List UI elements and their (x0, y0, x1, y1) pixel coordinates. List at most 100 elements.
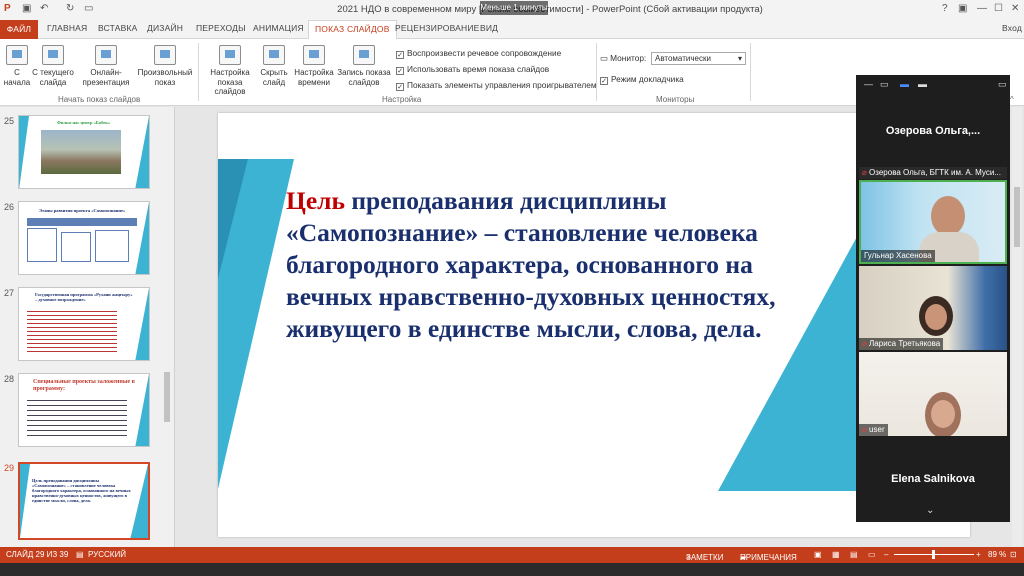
zoom-out-button[interactable]: – (884, 550, 888, 559)
timer-icon (303, 45, 325, 65)
tab-home[interactable]: ГЛАВНАЯ (47, 23, 87, 33)
globe-icon (95, 45, 117, 65)
record-show-button[interactable]: Запись показа слайдов (336, 45, 392, 87)
slideshow-view-icon[interactable]: ▭ (868, 550, 876, 559)
tab-animations[interactable]: АНИМАЦИЯ (253, 23, 304, 33)
slide-decor (19, 116, 29, 188)
expand-icon[interactable]: ▭ (998, 79, 1007, 90)
thumb-number: 25 (4, 116, 15, 126)
check-icon: ✓ (396, 51, 404, 59)
minimize-icon[interactable]: — (864, 79, 873, 89)
undo-icon[interactable]: ↶ (40, 3, 48, 14)
collapse-ribbon-icon[interactable]: ^ (1010, 95, 1014, 104)
fit-slide-icon[interactable]: ⊡ (1010, 550, 1017, 559)
zoom-level[interactable]: 89 % (988, 550, 1006, 559)
person-face (925, 304, 947, 330)
monitor-icon: ▭ (600, 53, 611, 63)
reading-view-icon[interactable]: ▤ (850, 550, 858, 559)
speaker-view-icon[interactable]: ▬ (900, 79, 909, 89)
from-beginning-button[interactable]: С начала (2, 45, 32, 87)
tab-view[interactable]: ВИД (480, 23, 498, 33)
participant-label: ⌀ Лариса Третьякова (859, 338, 944, 350)
video-tile-khasenova[interactable]: Гульнар Хасенова (859, 180, 1007, 264)
sign-in-link[interactable]: Вход (1002, 23, 1022, 33)
thumb-number: 29 (4, 463, 15, 473)
presenter-view-checkbox[interactable]: ✓ Режим докладчика (600, 74, 684, 85)
tab-review[interactable]: РЕЦЕНЗИРОВАНИЕ (395, 23, 480, 33)
media-controls-checkbox[interactable]: ✓ Показать элементы управления проигрыват… (396, 80, 597, 91)
diagram-box (61, 232, 91, 262)
muted-mic-icon: ⌀ (862, 339, 870, 348)
participant-name-salnikova: Elena Salnikova (891, 473, 975, 485)
maximize-button[interactable]: ☐ (994, 3, 1003, 14)
powerpoint-logo-icon: P (4, 3, 11, 14)
participant-label: ⌀ user (859, 424, 888, 436)
thumbnail-scrollbar[interactable] (163, 112, 171, 542)
record-icon (353, 45, 375, 65)
tab-slideshow[interactable]: ПОКАЗ СЛАЙДОВ (308, 20, 397, 40)
from-beginning-icon[interactable]: ▭ (84, 3, 93, 14)
group-separator (596, 43, 597, 101)
group-label-monitors: Мониторы (656, 95, 695, 104)
group-separator (750, 43, 751, 101)
minimize-button[interactable]: — (977, 3, 987, 14)
scrollbar-thumb[interactable] (1014, 187, 1020, 247)
tab-transitions[interactable]: ПЕРЕХОДЫ (196, 23, 246, 33)
zoom-slider-handle[interactable] (932, 550, 935, 559)
taskbar-strip (0, 563, 1024, 576)
person-face (931, 400, 955, 428)
editor-scrollbar[interactable] (1012, 107, 1022, 547)
hide-slide-button[interactable]: Скрыть слайд (258, 45, 290, 87)
building-photo (41, 130, 121, 174)
thumbnail-slide-28[interactable]: Специальные проекты заложенные в програм… (18, 373, 150, 447)
slide-body-text[interactable]: Цель преподавания дисциплины «Самопознан… (286, 185, 806, 345)
check-icon: ✓ (396, 67, 404, 75)
spellcheck-icon[interactable]: ▤ (76, 550, 84, 559)
title-bar: P ▣ ↶ ↻ ▭ 2021 НДО в современном миру [Р… (0, 0, 1024, 20)
thumbnail-slide-25[interactable]: Фильм нас центр «Бобек» (18, 115, 150, 189)
zoom-in-button[interactable]: + (976, 550, 981, 559)
tab-file[interactable]: ФАЙЛ (0, 20, 38, 39)
help-button[interactable]: ? (942, 3, 948, 14)
group-separator (198, 43, 199, 101)
grid-icon[interactable]: ▭ (880, 79, 889, 90)
monitor-select[interactable]: Автоматически ▾ (651, 52, 746, 65)
overlay-tooltip: Меньше 1 минуты (480, 1, 548, 15)
close-button[interactable]: ✕ (1011, 3, 1019, 14)
chevron-down-icon[interactable]: ⌄ (926, 505, 934, 516)
gallery-icon[interactable]: ▬ (918, 79, 927, 89)
thumbnail-slide-29[interactable]: Цель преподавания дисциплины «Самопознан… (18, 462, 150, 540)
slide-decor (135, 116, 149, 188)
thumb-number: 28 (4, 374, 15, 384)
video-panel-toolbar: — ▭ ▬ ▬ ▭ (856, 75, 1010, 95)
save-icon[interactable]: ▣ (22, 3, 31, 14)
narrations-checkbox[interactable]: ✓ Воспроизвести речевое сопровождение (396, 48, 561, 59)
participant-label: ⌀ Озерова Ольга, БГТК им. А. Муси... (862, 168, 1001, 177)
thumbnail-slide-26[interactable]: Этапы развития проекта «Самопознание» (18, 201, 150, 275)
setup-show-button[interactable]: Настройка показа слайдов (202, 45, 258, 97)
tab-design[interactable]: ДИЗАЙН (147, 23, 183, 33)
monitor-label: ▭ Монитор: (600, 53, 647, 63)
video-tile-ozerova[interactable]: ⌀ Озерова Ольга, БГТК им. А. Муси... (859, 167, 1007, 179)
online-presentation-button[interactable]: Онлайн-презентация (78, 45, 134, 87)
ribbon-options-icon[interactable]: ▣ (958, 3, 967, 14)
video-tile-user[interactable]: ⌀ user (859, 352, 1007, 436)
thumb-number: 27 (4, 288, 15, 298)
from-current-button[interactable]: С текущего слайда (32, 45, 74, 87)
slide-sorter-icon[interactable]: ▦ (832, 550, 840, 559)
thumbnail-slide-27[interactable]: Государственная программа «Рухани жаңғыр… (18, 287, 150, 361)
video-tile-tretyakova[interactable]: ⌀ Лариса Третьякова (859, 266, 1007, 350)
redo-icon[interactable]: ↻ (66, 3, 74, 14)
tab-insert[interactable]: ВСТАВКА (98, 23, 138, 33)
custom-show-button[interactable]: Произвольный показ (136, 45, 194, 87)
hide-slide-icon (263, 45, 285, 65)
ribbon-tabs: ФАЙЛ ГЛАВНАЯ ВСТАВКА ДИЗАЙН ПЕРЕХОДЫ АНИ… (0, 20, 1024, 40)
muted-mic-icon: ⌀ (862, 425, 870, 434)
scrollbar-thumb[interactable] (164, 372, 170, 422)
slide-decor (135, 202, 149, 274)
timings-checkbox[interactable]: ✓ Использовать время показа слайдов (396, 64, 549, 75)
normal-view-icon[interactable]: ▣ (814, 550, 822, 559)
group-label-start: Начать показ слайдов (58, 95, 141, 104)
language-indicator[interactable]: РУССКИЙ (88, 550, 126, 559)
rehearse-timings-button[interactable]: Настройка времени (292, 45, 336, 87)
